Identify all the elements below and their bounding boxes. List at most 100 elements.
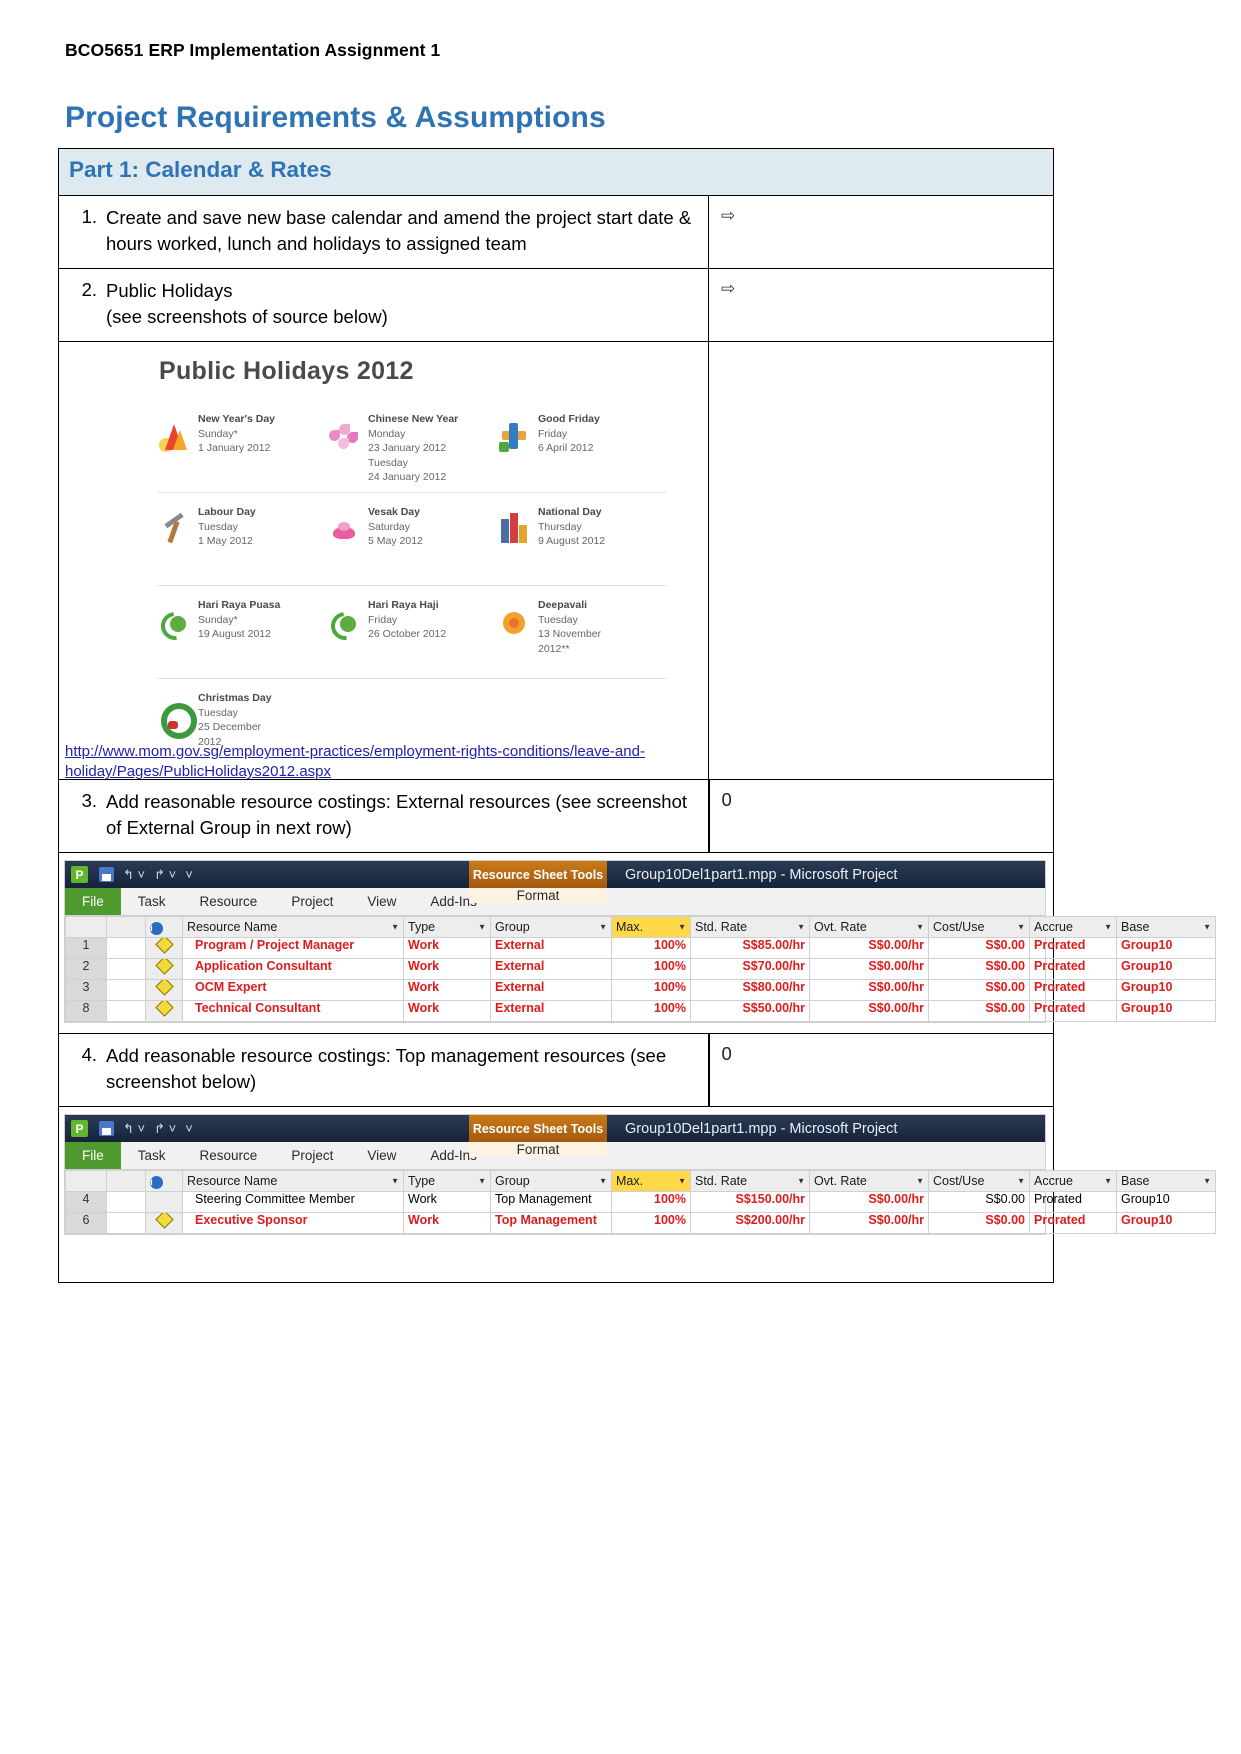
cell-max[interactable]: 100% — [611, 1000, 691, 1023]
redo-icon[interactable]: ↱ ˅ — [154, 867, 176, 883]
cell-base[interactable]: Group10 — [1116, 979, 1216, 1002]
column-header-resource-name[interactable]: Resource Name ▼ — [182, 916, 404, 939]
cell-accrue[interactable]: Prorated — [1029, 937, 1117, 960]
column-header-std-rate[interactable]: Std. Rate ▼ — [690, 1170, 810, 1193]
cell-ovt-rate[interactable]: S$0.00/hr — [809, 937, 929, 960]
table-row[interactable]: 3 OCM Expert Work External 100% S$80.00/… — [65, 979, 1216, 1002]
table-row[interactable]: 6 Executive Sponsor Work Top Management … — [65, 1212, 1216, 1235]
tab-resource[interactable]: Resource — [183, 888, 275, 915]
quick-access-toolbar[interactable]: ↰ ˅ ↱ ˅ ˅ — [99, 867, 193, 883]
cell-max[interactable]: 100% — [611, 1212, 691, 1235]
row-selector[interactable] — [106, 1000, 146, 1023]
column-header-accrue[interactable]: Accrue ▼ — [1029, 1170, 1117, 1193]
column-header-max[interactable]: Max. ▼ — [611, 916, 691, 939]
cell-type[interactable]: Work — [403, 1000, 491, 1023]
undo-icon[interactable]: ↰ ˅ — [123, 867, 145, 883]
cell-max[interactable]: 100% — [611, 958, 691, 981]
cell-cost-use[interactable]: S$0.00 — [928, 1212, 1030, 1235]
cell-accrue[interactable]: Prorated — [1029, 958, 1117, 981]
source-url-link[interactable]: http://www.mom.gov.sg/employment-practic… — [65, 742, 665, 779]
tab-resource[interactable]: Resource — [183, 1142, 275, 1169]
tab-format[interactable]: Format — [469, 1142, 607, 1158]
cell-base[interactable]: Group10 — [1116, 1000, 1216, 1023]
cell-std-rate[interactable]: S$80.00/hr — [690, 979, 810, 1002]
tab-file[interactable]: File — [65, 1142, 121, 1170]
cell-type[interactable]: Work — [403, 958, 491, 981]
row-selector[interactable] — [106, 979, 146, 1002]
cell-base[interactable]: Group10 — [1116, 958, 1216, 981]
cell-resource-name[interactable]: Application Consultant — [182, 958, 404, 981]
cell-resource-name[interactable]: Technical Consultant — [182, 1000, 404, 1023]
cell-std-rate[interactable]: S$70.00/hr — [690, 958, 810, 981]
cell-cost-use[interactable]: S$0.00 — [928, 1000, 1030, 1023]
column-header-accrue[interactable]: Accrue ▼ — [1029, 916, 1117, 939]
cell-ovt-rate[interactable]: S$0.00/hr — [809, 1212, 929, 1235]
tab-task[interactable]: Task — [121, 888, 183, 915]
customize-qat-icon[interactable]: ˅ — [185, 1121, 193, 1136]
cell-accrue[interactable]: Prorated — [1029, 1212, 1117, 1235]
cell-group[interactable]: External — [490, 1000, 612, 1023]
cell-ovt-rate[interactable]: S$0.00/hr — [809, 1000, 929, 1023]
column-header-ovt-rate[interactable]: Ovt. Rate ▼ — [809, 916, 929, 939]
cell-group[interactable]: Top Management — [490, 1191, 612, 1214]
quick-access-toolbar[interactable]: ↰ ˅ ↱ ˅ ˅ — [99, 1121, 193, 1137]
cell-std-rate[interactable]: S$150.00/hr — [690, 1191, 810, 1214]
cell-ovt-rate[interactable]: S$0.00/hr — [809, 958, 929, 981]
column-header-cost-use[interactable]: Cost/Use ▼ — [928, 916, 1030, 939]
cell-std-rate[interactable]: S$200.00/hr — [690, 1212, 810, 1235]
cell-max[interactable]: 100% — [611, 937, 691, 960]
cell-group[interactable]: External — [490, 979, 612, 1002]
cell-ovt-rate[interactable]: S$0.00/hr — [809, 979, 929, 1002]
column-header-group[interactable]: Group ▼ — [490, 1170, 612, 1193]
save-icon[interactable] — [99, 1121, 114, 1137]
cell-resource-name[interactable]: Executive Sponsor — [182, 1212, 404, 1235]
cell-group[interactable]: Top Management — [490, 1212, 612, 1235]
table-row[interactable]: 1 Program / Project Manager Work Externa… — [65, 937, 1216, 960]
table-row[interactable]: 2 Application Consultant Work External 1… — [65, 958, 1216, 981]
tab-project[interactable]: Project — [274, 888, 350, 915]
cell-resource-name[interactable]: Program / Project Manager — [182, 937, 404, 960]
save-icon[interactable] — [99, 867, 114, 883]
cell-group[interactable]: External — [490, 937, 612, 960]
undo-icon[interactable]: ↰ ˅ — [123, 1121, 145, 1137]
cell-group[interactable]: External — [490, 958, 612, 981]
row-selector[interactable] — [106, 1212, 146, 1235]
tab-file[interactable]: File — [65, 888, 121, 916]
row-selector[interactable] — [106, 958, 146, 981]
tab-view[interactable]: View — [350, 888, 413, 915]
cell-base[interactable]: Group10 — [1116, 1212, 1216, 1235]
cell-accrue[interactable]: Prorated — [1029, 1000, 1117, 1023]
cell-accrue[interactable]: Prorated — [1029, 1191, 1117, 1214]
column-header-base[interactable]: Base ▼ — [1116, 916, 1216, 939]
tab-project[interactable]: Project — [274, 1142, 350, 1169]
tab-view[interactable]: View — [350, 1142, 413, 1169]
row-selector[interactable] — [106, 937, 146, 960]
cell-std-rate[interactable]: S$85.00/hr — [690, 937, 810, 960]
column-header-group[interactable]: Group ▼ — [490, 916, 612, 939]
column-header-max[interactable]: Max. ▼ — [611, 1170, 691, 1193]
customize-qat-icon[interactable]: ˅ — [185, 867, 193, 882]
select-all-header[interactable] — [106, 916, 146, 939]
cell-type[interactable]: Work — [403, 937, 491, 960]
row-selector[interactable] — [106, 1191, 146, 1214]
cell-base[interactable]: Group10 — [1116, 1191, 1216, 1214]
cell-std-rate[interactable]: S$50.00/hr — [690, 1000, 810, 1023]
column-header-type[interactable]: Type ▼ — [403, 916, 491, 939]
column-header-resource-name[interactable]: Resource Name ▼ — [182, 1170, 404, 1193]
cell-cost-use[interactable]: S$0.00 — [928, 937, 1030, 960]
cell-type[interactable]: Work — [403, 979, 491, 1002]
cell-base[interactable]: Group10 — [1116, 937, 1216, 960]
column-header-base[interactable]: Base ▼ — [1116, 1170, 1216, 1193]
table-row[interactable]: 4 Steering Committee Member Work Top Man… — [65, 1191, 1216, 1214]
cell-type[interactable]: Work — [403, 1212, 491, 1235]
cell-accrue[interactable]: Prorated — [1029, 979, 1117, 1002]
cell-ovt-rate[interactable]: S$0.00/hr — [809, 1191, 929, 1214]
cell-cost-use[interactable]: S$0.00 — [928, 958, 1030, 981]
cell-resource-name[interactable]: Steering Committee Member — [182, 1191, 404, 1214]
column-header-std-rate[interactable]: Std. Rate ▼ — [690, 916, 810, 939]
column-header-cost-use[interactable]: Cost/Use ▼ — [928, 1170, 1030, 1193]
column-header-type[interactable]: Type ▼ — [403, 1170, 491, 1193]
column-header-ovt-rate[interactable]: Ovt. Rate ▼ — [809, 1170, 929, 1193]
tab-format[interactable]: Format — [469, 888, 607, 904]
tab-task[interactable]: Task — [121, 1142, 183, 1169]
